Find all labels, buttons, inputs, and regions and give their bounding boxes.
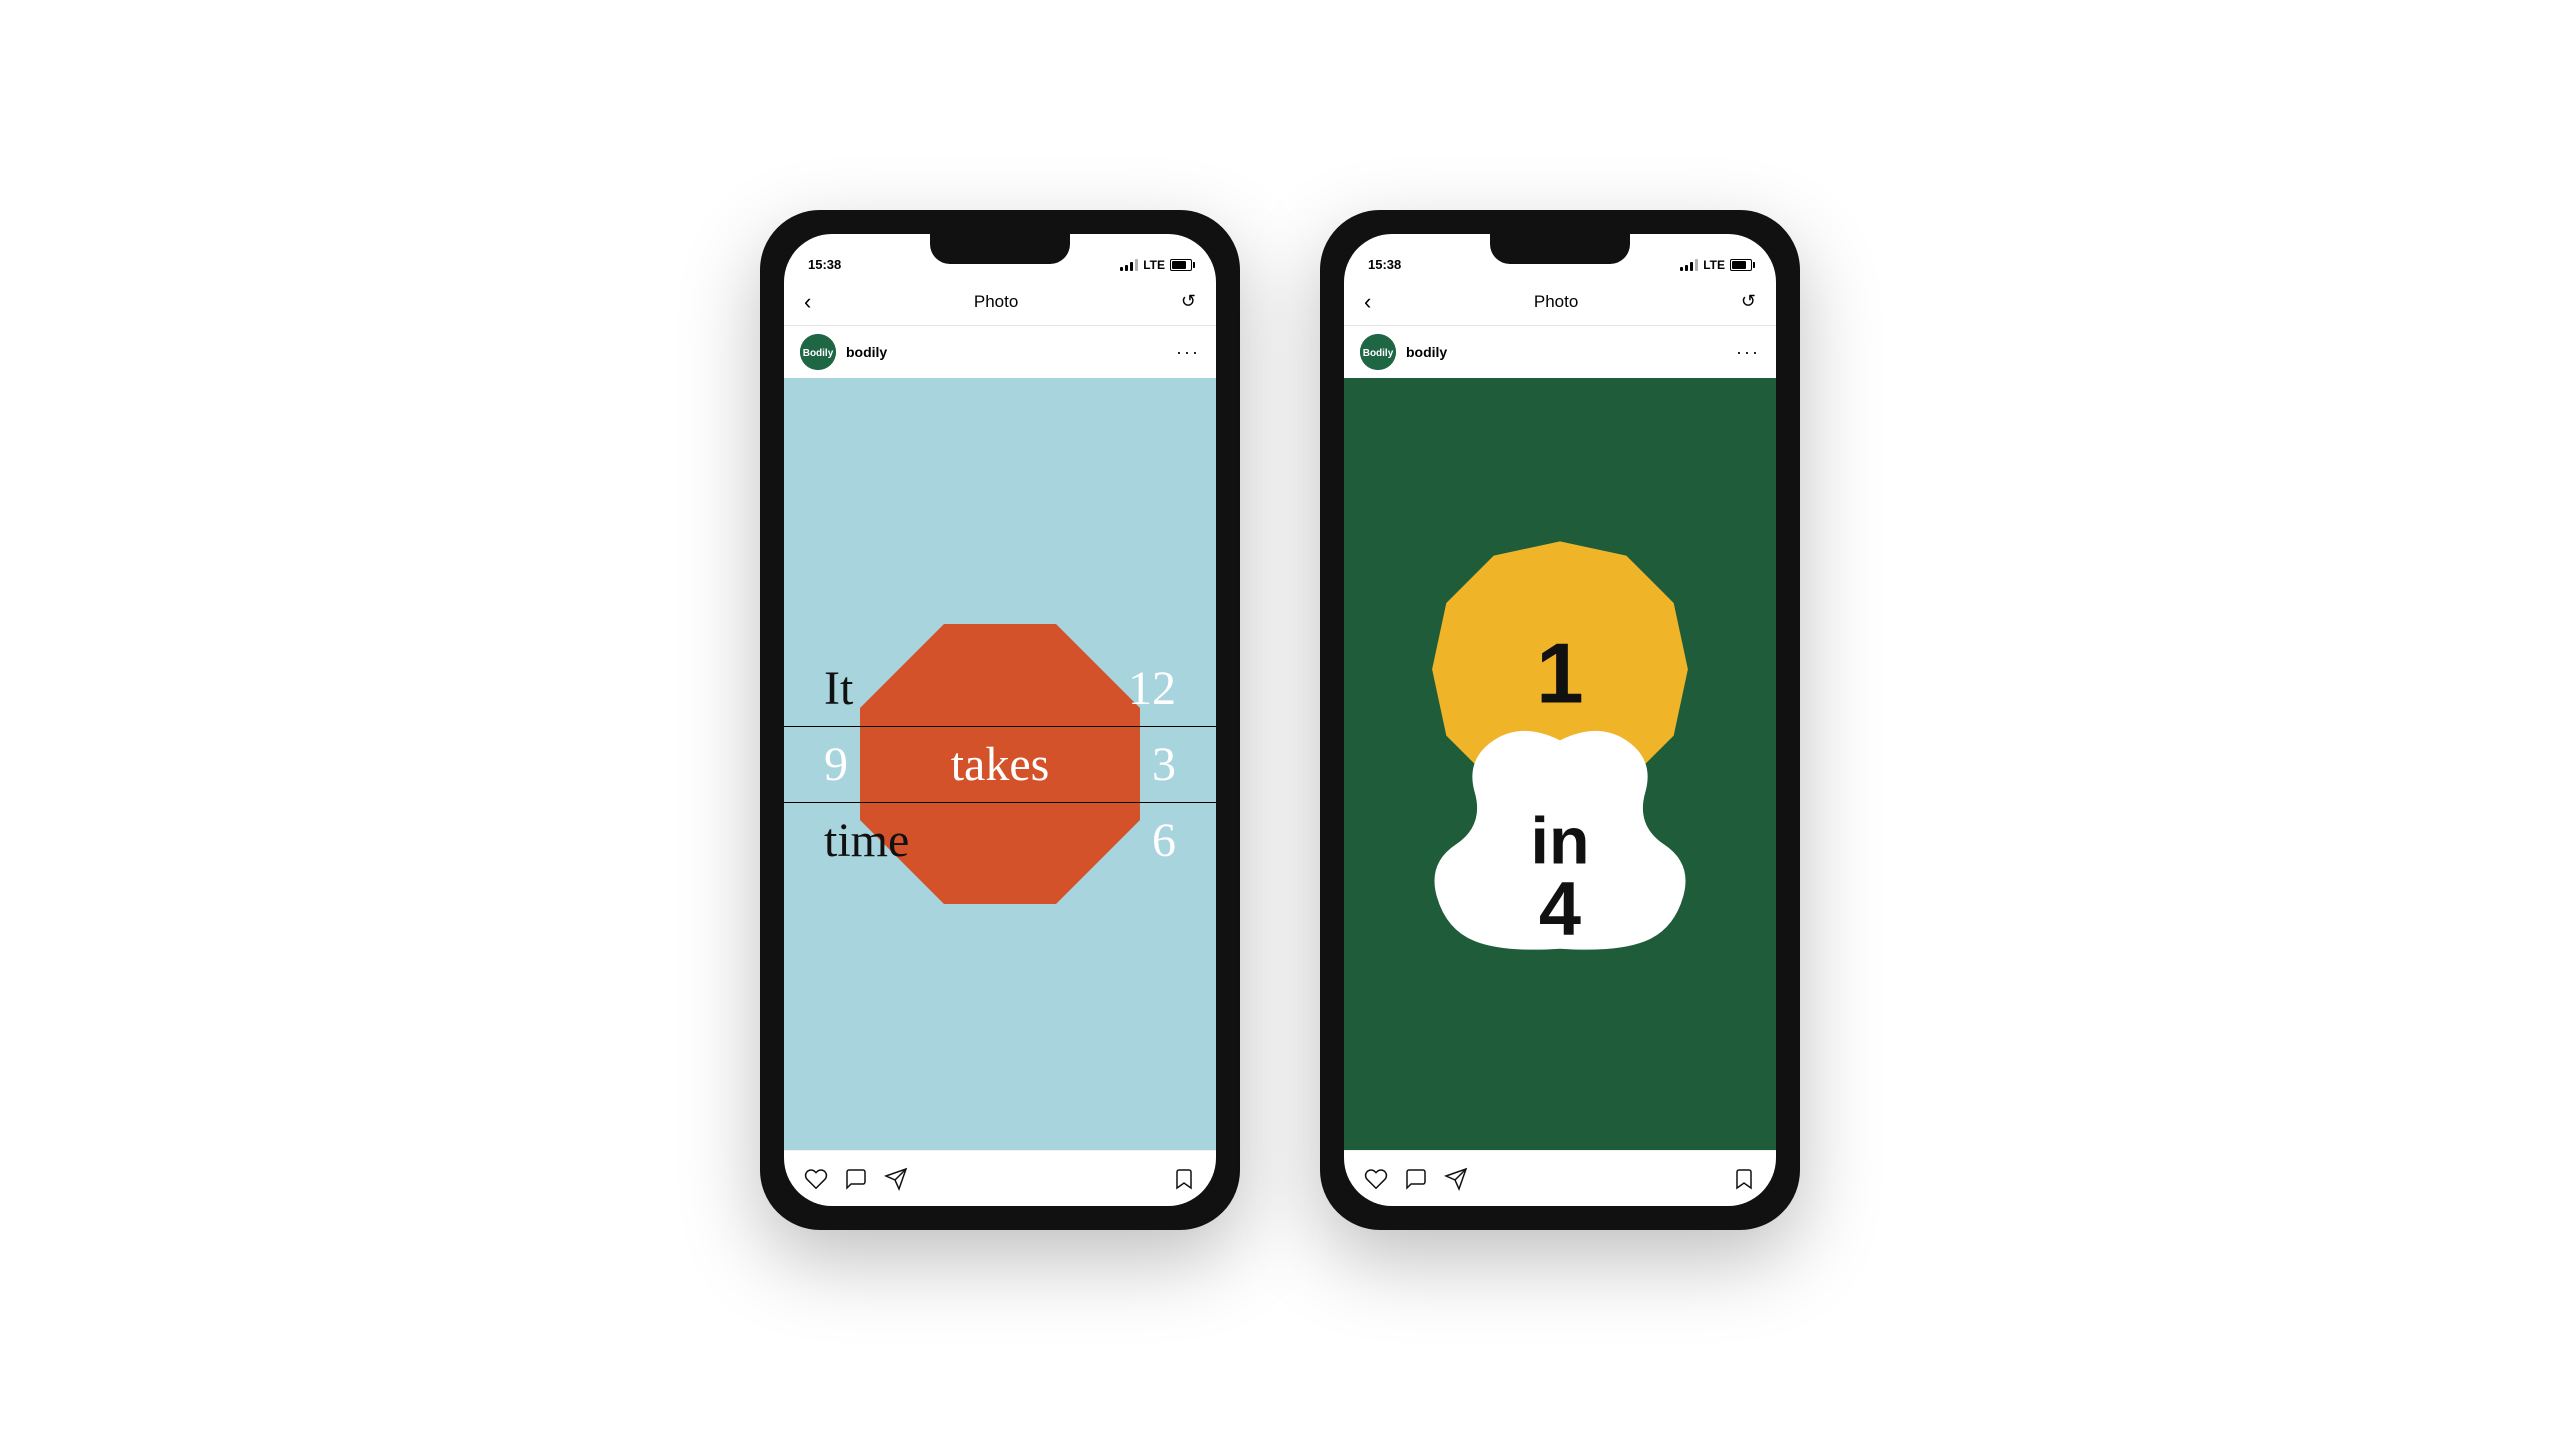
phone-2-status-right: LTE <box>1680 258 1752 272</box>
battery-fill-2 <box>1732 261 1746 269</box>
signal-bar-3 <box>1130 262 1133 271</box>
phone-1-lte: LTE <box>1143 258 1165 272</box>
phone-2-flower-image: 1 in 4 <box>1344 378 1776 1150</box>
phone-2-action-bar <box>1344 1150 1776 1206</box>
phone-2-share-icon[interactable] <box>1444 1167 1468 1191</box>
clock-12-text: 12 <box>1128 661 1176 716</box>
phone-1-inner: 15:38 LTE ‹ Photo <box>784 234 1216 1206</box>
phone-2-refresh-button[interactable]: ↺ <box>1741 291 1756 312</box>
phone-2-action-icons <box>1364 1167 1732 1191</box>
phone-2-post-image: 1 in 4 <box>1344 378 1776 1150</box>
phone-1-refresh-button[interactable]: ↺ <box>1181 291 1196 312</box>
phone-2-post-header: Bodily bodily ··· <box>1344 326 1776 378</box>
clock-divider-bottom <box>784 802 1216 803</box>
clock-9-text: 9 <box>824 737 848 792</box>
phone-1-username[interactable]: bodily <box>846 344 1166 360</box>
clock-6-text: 6 <box>1152 813 1176 868</box>
phone-1: 15:38 LTE ‹ Photo <box>760 210 1240 1230</box>
clock-top-row: It 12 <box>784 661 1216 716</box>
phone-1-action-bar <box>784 1150 1216 1206</box>
phone-1-signal-bars <box>1120 259 1138 271</box>
phone-1-heart-icon[interactable] <box>804 1167 828 1191</box>
phone-1-more-menu[interactable]: ··· <box>1176 342 1200 363</box>
phone-1-back-button[interactable]: ‹ <box>804 289 811 315</box>
signal-bar-1 <box>1120 267 1123 271</box>
svg-text:Bodily: Bodily <box>1363 348 1394 359</box>
phone-2-battery <box>1730 259 1752 271</box>
phone-2-nav-bar: ‹ Photo ↺ <box>1344 278 1776 326</box>
phone-1-clock-image: It 12 9 takes 3 <box>784 378 1216 1150</box>
battery-fill-1 <box>1172 261 1186 269</box>
svg-text:Bodily: Bodily <box>803 348 834 359</box>
phone-1-time: 15:38 <box>808 257 841 272</box>
phone-2-notch <box>1490 234 1630 264</box>
phone-1-avatar: Bodily <box>800 334 836 370</box>
phone-2-signal-bars <box>1680 259 1698 271</box>
phone-2-frame: 15:38 LTE ‹ Photo <box>1320 210 1800 1230</box>
phone-2-username[interactable]: bodily <box>1406 344 1726 360</box>
phone-1-bookmark-icon[interactable] <box>1172 1167 1196 1191</box>
svg-text:4: 4 <box>1539 867 1581 952</box>
phone-1-text-overlay: It 12 9 takes 3 <box>784 378 1216 1150</box>
phone-1-action-icons <box>804 1167 1172 1191</box>
signal-bar-2-4 <box>1695 259 1698 271</box>
phone-2-avatar: Bodily <box>1360 334 1396 370</box>
phone-1-battery <box>1170 259 1192 271</box>
svg-text:1: 1 <box>1536 626 1583 721</box>
phone-1-notch <box>930 234 1070 264</box>
clock-time-text: time <box>824 813 909 868</box>
clock-3-text: 3 <box>1152 737 1176 792</box>
phone-2-avatar-icon: Bodily <box>1360 334 1396 370</box>
phone-1-status-right: LTE <box>1120 258 1192 272</box>
phone-2-lte: LTE <box>1703 258 1725 272</box>
signal-bar-2-1 <box>1680 267 1683 271</box>
phone-1-nav-title: Photo <box>974 292 1018 312</box>
signal-bar-2 <box>1125 265 1128 271</box>
clock-middle-row: 9 takes 3 <box>784 737 1216 792</box>
phone-2-inner: 15:38 LTE ‹ Photo <box>1344 234 1776 1206</box>
phone-1-avatar-icon: Bodily <box>800 334 836 370</box>
phone-1-nav-bar: ‹ Photo ↺ <box>784 278 1216 326</box>
phone-2-bookmark-icon[interactable] <box>1732 1167 1756 1191</box>
phone-1-comment-icon[interactable] <box>844 1167 868 1191</box>
phone-1-share-icon[interactable] <box>884 1167 908 1191</box>
signal-bar-2-2 <box>1685 265 1688 271</box>
phone-1-frame: 15:38 LTE ‹ Photo <box>760 210 1240 1230</box>
phone-1-post-image: It 12 9 takes 3 <box>784 378 1216 1150</box>
phone-2: 15:38 LTE ‹ Photo <box>1320 210 1800 1230</box>
signal-bar-2-3 <box>1690 262 1693 271</box>
clock-divider-top <box>784 726 1216 727</box>
phone-2-comment-icon[interactable] <box>1404 1167 1428 1191</box>
phone-1-post-header: Bodily bodily ··· <box>784 326 1216 378</box>
clock-takes-text: takes <box>951 737 1050 792</box>
signal-bar-4 <box>1135 259 1138 271</box>
phone-2-flower-svg: 1 in 4 <box>1344 378 1776 1150</box>
clock-it-text: It <box>824 661 853 716</box>
phone-2-back-button[interactable]: ‹ <box>1364 289 1371 315</box>
phone-2-time: 15:38 <box>1368 257 1401 272</box>
phone-2-heart-icon[interactable] <box>1364 1167 1388 1191</box>
phone-2-more-menu[interactable]: ··· <box>1736 342 1760 363</box>
phone-2-nav-title: Photo <box>1534 292 1578 312</box>
clock-bottom-row: time 6 <box>784 813 1216 868</box>
